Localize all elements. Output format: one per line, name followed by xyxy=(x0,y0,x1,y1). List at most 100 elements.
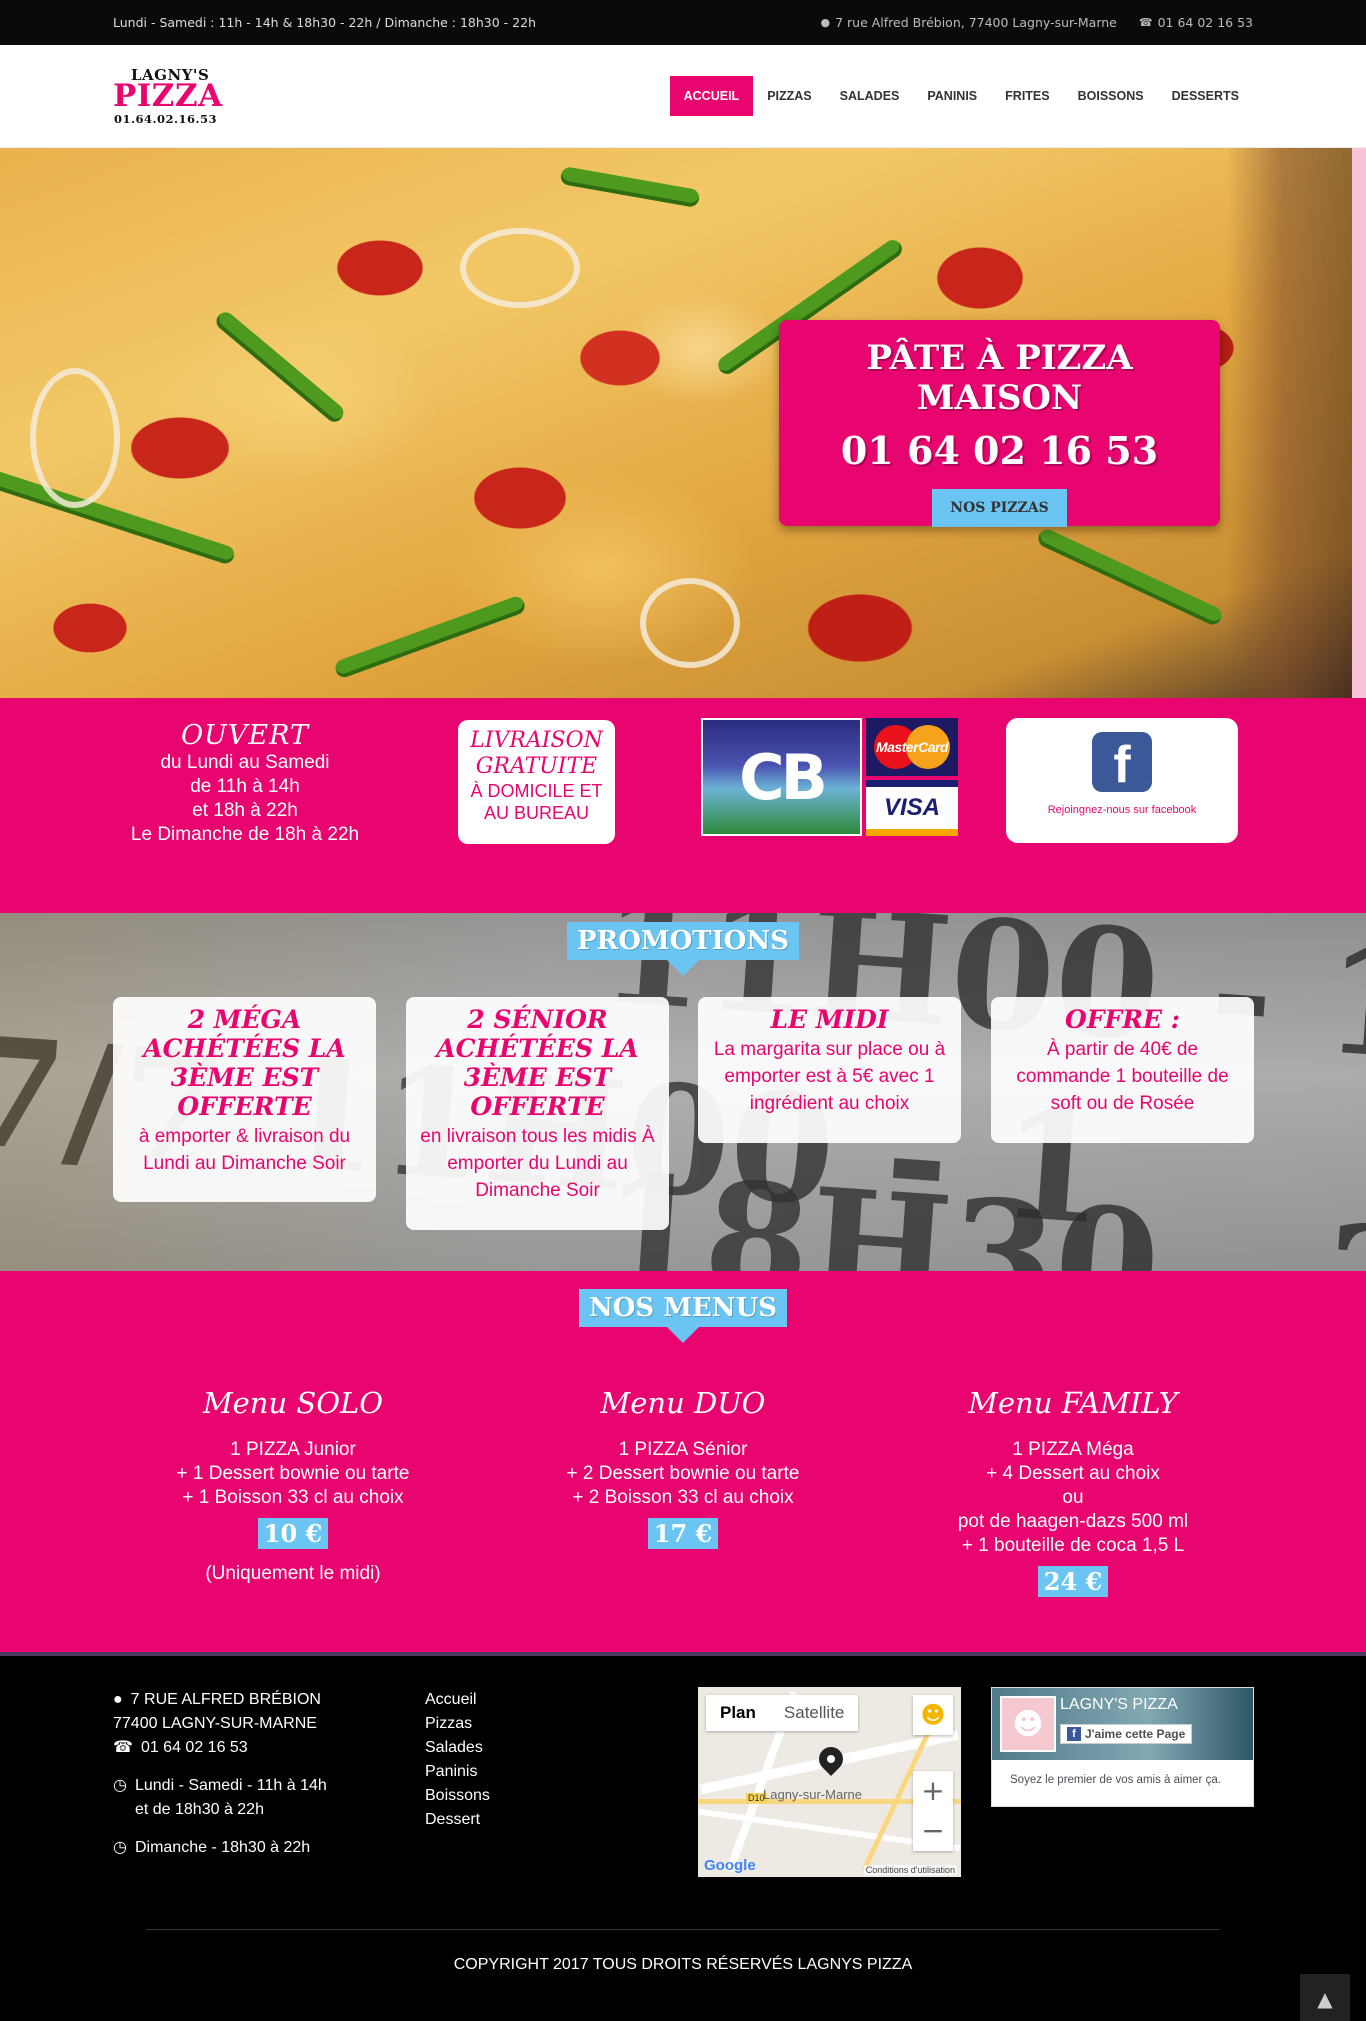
chevron-up-icon: ▲ xyxy=(1317,1987,1333,2011)
phone-icon: ☎ xyxy=(1138,16,1153,29)
clock-icon: ◷ xyxy=(113,1839,127,1856)
hero-pepper-decor xyxy=(332,594,528,680)
zoom-in-button[interactable]: + xyxy=(913,1771,953,1811)
hero-onion-decor xyxy=(640,578,740,668)
menu-line: 1 PIZZA Sénior xyxy=(618,1439,748,1460)
hero-crust-decor xyxy=(1226,148,1366,698)
google-map[interactable]: Plan Satellite ☻ + − D10 Lagny-sur-Marne… xyxy=(698,1687,961,1877)
nav-desserts[interactable]: DESSERTS xyxy=(1158,76,1253,116)
delivery-title-1: LIVRAISON xyxy=(470,728,603,753)
menu-line: pot de haagen-dazs 500 ml xyxy=(957,1511,1189,1532)
footer-link-pizzas[interactable]: Pizzas xyxy=(425,1712,490,1736)
menu-duo: Menu DUO 1 PIZZA Sénior + 2 Dessert bown… xyxy=(523,1386,843,1549)
footer-link-paninis[interactable]: Paninis xyxy=(425,1760,490,1784)
logo-line-2: PIZZA xyxy=(113,78,223,114)
footer-phone: 01 64 02 16 53 xyxy=(140,1739,248,1756)
footer-link-dessert[interactable]: Dessert xyxy=(425,1808,490,1832)
top-phone[interactable]: ☎ 01 64 02 16 53 xyxy=(1139,15,1253,30)
hero-title: PÂTE À PIZZA MAISON xyxy=(866,338,1133,418)
map-satellite-button[interactable]: Satellite xyxy=(770,1695,858,1731)
promo-heading: LE MIDI xyxy=(770,1005,889,1034)
menu-solo: Menu SOLO 1 PIZZA Junior + 1 Dessert bow… xyxy=(133,1386,453,1585)
fb-page-name[interactable]: LAGNY'S PIZZA xyxy=(1060,1696,1178,1714)
nav-accueil[interactable]: ACCUEIL xyxy=(669,76,754,116)
facebook-join-text[interactable]: Rejoingnez-nous sur facebook xyxy=(1006,804,1238,816)
delivery-title-2: GRATUITE xyxy=(475,754,598,779)
promo-heading: 2 SÉNIOR ACHÉTÉES LA 3ÈME EST OFFERTE xyxy=(436,1005,639,1121)
menu-line: 1 PIZZA Junior xyxy=(230,1439,356,1460)
nav-paninis[interactable]: PANINIS xyxy=(913,76,991,116)
delivery-line-2: AU BUREAU xyxy=(483,803,590,823)
cb-text: CB xyxy=(739,740,828,814)
hero-pepper-decor xyxy=(212,308,348,426)
top-bar-contact: ● 7 rue Alfred Brébion, 77400 Lagny-sur-… xyxy=(820,15,1253,30)
footer-hours-line: Dimanche - 18h30 à 22h xyxy=(134,1839,311,1856)
visa-logo: VISA xyxy=(866,780,958,836)
footer-link-accueil[interactable]: Accueil xyxy=(425,1688,490,1712)
nos-pizzas-button[interactable]: NOS PIZZAS xyxy=(932,489,1067,527)
menus-section: NOS MENUS Menu SOLO 1 PIZZA Junior + 1 D… xyxy=(0,1271,1366,1656)
hero-banner: PÂTE À PIZZA MAISON 01 64 02 16 53 NOS P… xyxy=(0,148,1366,698)
scroll-to-top-button[interactable]: ▲ xyxy=(1300,1974,1350,2021)
street-view-pegman-icon[interactable]: ☻ xyxy=(913,1695,953,1735)
promo-card: 2 MÉGA ACHÉTÉES LA 3ÈME EST OFFERTE à em… xyxy=(113,997,376,1202)
menu-line: + 4 Dessert au choix xyxy=(986,1463,1160,1484)
map-pin-icon[interactable] xyxy=(814,1742,848,1776)
fb-like-button[interactable]: f J'aime cette Page xyxy=(1060,1724,1193,1744)
fb-page-avatar[interactable]: ☻ xyxy=(1000,1696,1056,1752)
top-address: ● 7 rue Alfred Brébion, 77400 Lagny-sur-… xyxy=(820,15,1116,30)
footer-hours-line: et de 18h30 à 22h xyxy=(134,1801,264,1818)
footer-hours-row: ◷ Dimanche - 18h30 à 22h xyxy=(113,1836,327,1860)
footer-link-salades[interactable]: Salades xyxy=(425,1736,490,1760)
footer-link-boissons[interactable]: Boissons xyxy=(425,1784,490,1808)
hero-onion-decor xyxy=(30,368,120,508)
nav-frites[interactable]: FRITES xyxy=(991,76,1063,116)
site-logo[interactable]: LAGNY'S PIZZA 01.64.02.16.53 xyxy=(113,64,222,128)
map-type-control: Plan Satellite xyxy=(706,1695,859,1731)
menu-price: 24 € xyxy=(1037,1566,1109,1597)
info-band: OUVERT du Lundi au Samedi de 11h à 14h e… xyxy=(0,698,1366,913)
hero-promo-box: PÂTE À PIZZA MAISON 01 64 02 16 53 NOS P… xyxy=(779,320,1220,527)
footer-hours-row: ◷ Lundi - Samedi - 11h à 14h et de 18h30… xyxy=(113,1774,327,1822)
top-address-text: 7 rue Alfred Brébion, 77400 Lagny-sur-Ma… xyxy=(835,15,1117,30)
facebook-icon[interactable]: f xyxy=(1092,732,1152,794)
hero-phone[interactable]: 01 64 02 16 53 xyxy=(779,428,1220,473)
menu-line: + 1 Dessert bownie ou tarte xyxy=(176,1463,410,1484)
zoom-out-button[interactable]: − xyxy=(913,1811,953,1851)
open-line: de 11h à 14h xyxy=(190,776,300,797)
facebook-box[interactable]: f Rejoingnez-nous sur facebook xyxy=(1006,718,1238,843)
mastercard-text: MasterCard xyxy=(875,739,949,755)
hero-onion-decor xyxy=(460,228,580,308)
logo-phone: 01.64.02.16.53 xyxy=(114,112,218,126)
menu-title: Menu DUO xyxy=(600,1386,766,1420)
top-phone-text: 01 64 02 16 53 xyxy=(1157,15,1253,30)
promo-text: À partir de 40€ de commande 1 bouteille … xyxy=(1016,1039,1229,1114)
free-delivery-badge: LIVRAISON GRATUITE À DOMICILE ET AU BURE… xyxy=(458,720,615,844)
promo-card: 2 SÉNIOR ACHÉTÉES LA 3ÈME EST OFFERTE en… xyxy=(406,997,669,1230)
promotions-section: 11H00 - 14 7/7 11H00 - 1 18H30 - 22 PROM… xyxy=(0,913,1366,1271)
hero-pepper-decor xyxy=(0,468,237,566)
map-plan-button[interactable]: Plan xyxy=(706,1695,770,1731)
map-town-label: Lagny-sur-Marne xyxy=(763,1787,862,1802)
clock-icon: ◷ xyxy=(113,1777,127,1794)
menu-title: Menu FAMILY xyxy=(968,1386,1178,1420)
footer-address-line-2: 77400 LAGNY-SUR-MARNE xyxy=(113,1715,317,1732)
nav-boissons[interactable]: BOISSONS xyxy=(1064,76,1158,116)
nav-pizzas[interactable]: PIZZAS xyxy=(753,76,825,116)
facebook-page-widget[interactable]: ☻ LAGNY'S PIZZA f J'aime cette Page Soye… xyxy=(991,1687,1254,1807)
footer-hours-line: Lundi - Samedi - 11h à 14h xyxy=(134,1777,327,1794)
footer-contact: ● 7 RUE ALFRED BRÉBION 77400 LAGNY-SUR-M… xyxy=(113,1688,327,1860)
menu-line: + 2 Boisson 33 cl au choix xyxy=(572,1487,794,1508)
phone-icon: ☎ xyxy=(113,1739,133,1756)
map-zoom-control: + − xyxy=(913,1771,953,1851)
nav-salades[interactable]: SALADES xyxy=(826,76,914,116)
footer-phone-row[interactable]: ☎ 01 64 02 16 53 xyxy=(113,1736,327,1760)
promo-text: en livraison tous les midis À emporter d… xyxy=(420,1126,655,1201)
menu-family: Menu FAMILY 1 PIZZA Méga + 4 Dessert au … xyxy=(913,1386,1233,1597)
promo-card: OFFRE : À partir de 40€ de commande 1 bo… xyxy=(991,997,1254,1143)
google-logo: Google xyxy=(704,1857,756,1874)
main-nav: ACCUEIL PIZZAS SALADES PANINIS FRITES BO… xyxy=(669,76,1253,116)
menu-line: + 1 bouteille de coca 1,5 L xyxy=(961,1535,1185,1556)
opening-hours-text: Lundi - Samedi : 11h - 14h & 18h30 - 22h… xyxy=(113,15,536,30)
map-terms-link[interactable]: Conditions d'utilisation xyxy=(863,1865,957,1875)
